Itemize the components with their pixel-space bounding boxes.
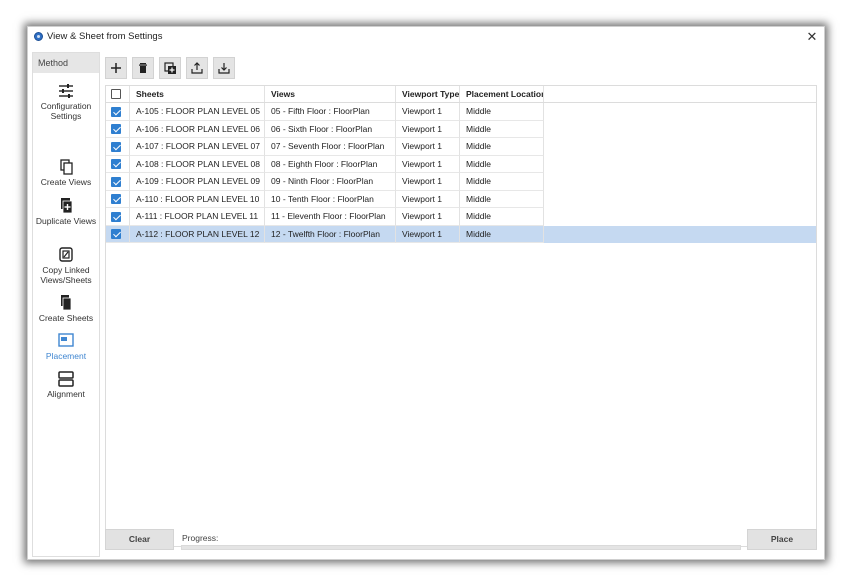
import-button[interactable] — [213, 57, 235, 79]
cell-placement-location[interactable]: Middle — [460, 225, 544, 243]
sidebar-header: Method — [33, 53, 99, 73]
cell-sheet: A-109 : FLOOR PLAN LEVEL 09 — [130, 173, 265, 191]
cell-placement-location[interactable]: Middle — [460, 103, 544, 121]
progress-bar — [181, 545, 741, 550]
table-row[interactable]: A-112 : FLOOR PLAN LEVEL 12 12 - Twelfth … — [106, 225, 816, 243]
cell-viewport-type[interactable]: Viewport 1 — [396, 103, 460, 121]
cell-placement-location[interactable]: Middle — [460, 138, 544, 156]
cell-viewport-type[interactable]: Viewport 1 — [396, 120, 460, 138]
cell-sheet: A-105 : FLOOR PLAN LEVEL 05 — [130, 103, 265, 121]
table-row[interactable]: A-108 : FLOOR PLAN LEVEL 08 08 - Eighth F… — [106, 155, 816, 173]
title-bar: View & Sheet from Settings ✕ — [28, 27, 824, 47]
sheets-stack-icon — [61, 295, 72, 311]
sidebar-item-copy-linked[interactable]: Copy Linked Views/Sheets — [33, 247, 99, 285]
placement-table: Sheets Views Viewport Type Placement Loc… — [105, 85, 817, 547]
cell-view: 11 - Eleventh Floor : FloorPlan — [265, 208, 396, 226]
cell-viewport-type[interactable]: Viewport 1 — [396, 225, 460, 243]
cell-placement-location[interactable]: Middle — [460, 208, 544, 226]
cell-view: 10 - Tenth Floor : FloorPlan — [265, 190, 396, 208]
cell-viewport-type[interactable]: Viewport 1 — [396, 173, 460, 191]
place-button[interactable]: Place — [747, 529, 817, 550]
cell-viewport-type[interactable]: Viewport 1 — [396, 190, 460, 208]
cell-viewport-type[interactable]: Viewport 1 — [396, 138, 460, 156]
add-copy-icon — [163, 61, 176, 74]
import-icon — [218, 63, 230, 74]
column-header-views[interactable]: Views — [265, 86, 396, 102]
cell-placement-location[interactable]: Middle — [460, 155, 544, 173]
duplicate-plus-icon — [61, 198, 73, 214]
add-icon — [111, 63, 121, 73]
row-checkbox[interactable] — [111, 194, 121, 204]
export-button[interactable] — [186, 57, 208, 79]
cell-placement-location[interactable]: Middle — [460, 120, 544, 138]
close-button[interactable]: ✕ — [804, 29, 820, 45]
sidebar-item-label: Placement — [45, 351, 87, 361]
sidebar-item-label: Alignment — [47, 389, 85, 399]
row-checkbox[interactable] — [111, 124, 121, 134]
cell-view: 06 - Sixth Floor : FloorPlan — [265, 120, 396, 138]
dialog-window: View & Sheet from Settings ✕ Method Conf… — [27, 26, 825, 560]
row-checkbox[interactable] — [111, 211, 121, 222]
cell-view: 08 - Eighth Floor : FloorPlan — [265, 155, 396, 173]
sidebar-item-label: Create Sheets — [38, 313, 94, 323]
sidebar-item-label: Copy Linked Views/Sheets — [40, 265, 92, 285]
sidebar-item-duplicate-views[interactable]: Duplicate Views — [33, 198, 99, 226]
row-checkbox[interactable] — [111, 106, 121, 117]
cell-sheet: A-111 : FLOOR PLAN LEVEL 11 — [130, 208, 265, 226]
table-row[interactable]: A-111 : FLOOR PLAN LEVEL 11 11 - Eleventh… — [106, 208, 816, 226]
cell-view: 05 - Fifth Floor : FloorPlan — [265, 103, 396, 121]
cell-viewport-type[interactable]: Viewport 1 — [396, 208, 460, 226]
select-all-checkbox[interactable] — [111, 89, 121, 99]
delete-icon — [139, 63, 147, 73]
export-icon — [191, 62, 203, 74]
cell-view: 12 - Twelfth Floor : FloorPlan — [265, 225, 396, 243]
table-row[interactable]: A-107 : FLOOR PLAN LEVEL 07 07 - Seventh … — [106, 138, 816, 156]
column-header-viewport-type[interactable]: Viewport Type — [396, 86, 460, 102]
cell-view: 09 - Ninth Floor : FloorPlan — [265, 173, 396, 191]
add-button[interactable] — [105, 57, 127, 79]
alignment-rows-icon — [58, 371, 74, 387]
sidebar-item-placement[interactable]: Placement — [33, 333, 99, 361]
sidebar-item-label: Create Views — [40, 177, 92, 187]
app-logo-icon — [34, 32, 43, 41]
column-header-placement-location[interactable]: Placement Location — [460, 86, 544, 102]
cell-placement-location[interactable]: Middle — [460, 173, 544, 191]
add-copy-button[interactable] — [159, 57, 181, 79]
table-row[interactable]: A-110 : FLOOR PLAN LEVEL 10 10 - Tenth Fl… — [106, 190, 816, 208]
table-row[interactable]: A-109 : FLOOR PLAN LEVEL 09 09 - Ninth Fl… — [106, 173, 816, 191]
sidebar-item-configuration-settings[interactable]: Configuration Settings — [33, 83, 99, 121]
row-checkbox[interactable] — [111, 159, 121, 169]
sidebar-item-create-views[interactable]: Create Views — [33, 159, 99, 187]
cell-sheet: A-110 : FLOOR PLAN LEVEL 10 — [130, 190, 265, 208]
sliders-icon — [59, 84, 73, 98]
cell-view: 07 - Seventh Floor : FloorPlan — [265, 138, 396, 156]
cell-sheet: A-106 : FLOOR PLAN LEVEL 06 — [130, 120, 265, 138]
copy-pages-icon — [60, 159, 73, 175]
table-row[interactable]: A-106 : FLOOR PLAN LEVEL 06 06 - Sixth Fl… — [106, 120, 816, 138]
cell-sheet: A-107 : FLOOR PLAN LEVEL 07 — [130, 138, 265, 156]
sidebar-item-alignment[interactable]: Alignment — [33, 371, 99, 399]
cell-sheet: A-108 : FLOOR PLAN LEVEL 08 — [130, 155, 265, 173]
sidebar-item-label: Configuration Settings — [40, 101, 92, 121]
method-sidebar: Method Configuration Settings Create Vie… — [32, 52, 100, 557]
table-row[interactable]: A-105 : FLOOR PLAN LEVEL 05 05 - Fifth Fl… — [106, 103, 816, 121]
window-title: View & Sheet from Settings — [47, 31, 163, 42]
table-header: Sheets Views Viewport Type Placement Loc… — [106, 86, 816, 103]
row-checkbox[interactable] — [111, 141, 121, 152]
cell-sheet: A-112 : FLOOR PLAN LEVEL 12 — [130, 225, 265, 243]
sidebar-item-create-sheets[interactable]: Create Sheets — [33, 295, 99, 323]
sidebar-item-label: Duplicate Views — [35, 216, 97, 226]
row-checkbox[interactable] — [111, 229, 121, 239]
link-copy-icon — [59, 247, 73, 262]
row-checkbox[interactable] — [111, 176, 121, 187]
clear-button[interactable]: Clear — [105, 529, 174, 550]
column-header-sheets[interactable]: Sheets — [130, 86, 265, 102]
cell-placement-location[interactable]: Middle — [460, 190, 544, 208]
cell-viewport-type[interactable]: Viewport 1 — [396, 155, 460, 173]
delete-button[interactable] — [132, 57, 154, 79]
progress-label: Progress: — [182, 533, 219, 543]
placement-window-icon — [58, 333, 74, 347]
